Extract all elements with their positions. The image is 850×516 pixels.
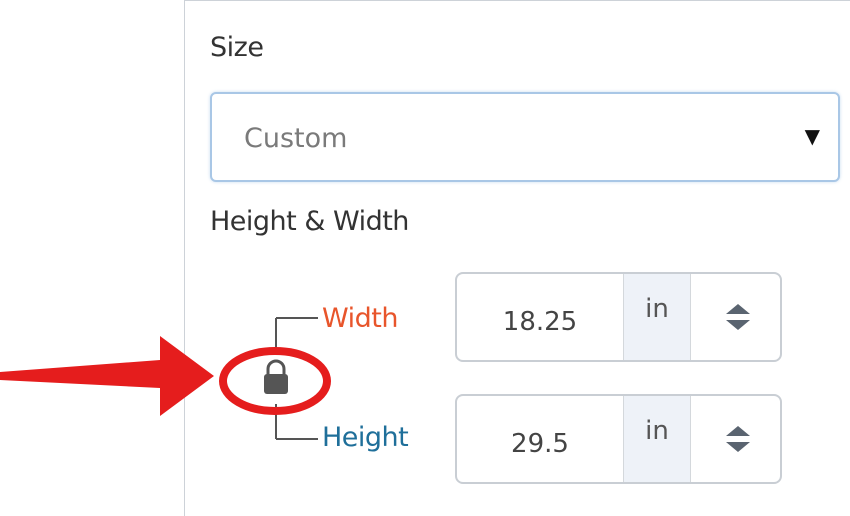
height-input-group: 29.5 in	[455, 394, 782, 484]
height-unit[interactable]: in	[623, 396, 691, 482]
decrement-icon[interactable]	[725, 320, 750, 330]
width-input[interactable]: 18.25	[457, 274, 623, 360]
width-unit[interactable]: in	[623, 274, 691, 360]
increment-icon[interactable]	[725, 304, 750, 314]
decrement-icon[interactable]	[725, 442, 750, 452]
height-label: Height	[322, 422, 409, 453]
width-stepper[interactable]	[691, 274, 780, 360]
height-stepper[interactable]	[691, 396, 780, 482]
increment-icon[interactable]	[725, 426, 750, 436]
width-input-group: 18.25 in	[455, 272, 782, 362]
height-input[interactable]: 29.5	[457, 396, 623, 482]
red-arrow-icon	[0, 336, 214, 416]
width-label: Width	[322, 303, 398, 334]
